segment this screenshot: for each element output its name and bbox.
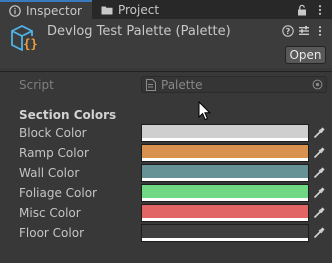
alpha-bar (142, 138, 308, 141)
script-row: Script Palette (0, 75, 332, 95)
color-label: Floor Color (19, 226, 84, 240)
script-value: Palette (161, 77, 203, 92)
eyedropper-icon[interactable] (310, 204, 327, 222)
color-swatch (142, 125, 308, 138)
color-field[interactable] (141, 124, 309, 142)
eyedropper-icon[interactable] (310, 144, 327, 162)
script-file-icon (146, 78, 156, 91)
color-label: Misc Color (19, 206, 81, 220)
header-divider (0, 71, 332, 72)
tab-actions (296, 0, 332, 19)
alpha-bar (142, 238, 308, 241)
tab-label: Project (117, 2, 160, 17)
color-label: Wall Color (19, 166, 80, 180)
alpha-bar (142, 198, 308, 201)
color-row-block: Block Color (0, 123, 332, 143)
presets-icon[interactable] (298, 25, 310, 37)
mouse-cursor-icon (198, 100, 212, 121)
color-row-floor: Floor Color (0, 223, 332, 243)
alpha-bar (142, 158, 308, 161)
tab-bar: Inspector Project (0, 0, 332, 19)
color-swatch (142, 205, 308, 218)
lock-icon[interactable] (296, 4, 308, 16)
header-icons: ? (282, 25, 326, 37)
color-field[interactable] (141, 204, 309, 222)
color-swatch (142, 225, 308, 238)
color-field[interactable] (141, 164, 309, 182)
help-icon[interactable]: ? (282, 25, 294, 37)
tab-project[interactable]: Project (92, 0, 169, 19)
color-label: Foliage Color (19, 186, 97, 200)
kebab-menu-icon[interactable] (314, 25, 326, 37)
alpha-bar (142, 218, 308, 221)
svg-text:{}: {} (23, 37, 37, 51)
color-field[interactable] (141, 224, 309, 242)
script-label: Script (19, 78, 54, 92)
kebab-menu-icon[interactable] (314, 4, 326, 16)
section-heading: Section Colors (19, 108, 117, 122)
eyedropper-icon[interactable] (310, 164, 327, 182)
color-swatch (142, 165, 308, 178)
eyedropper-icon[interactable] (310, 184, 327, 202)
folder-icon (101, 4, 113, 16)
asset-title: Devlog Test Palette (Palette) (47, 24, 231, 39)
color-row-ramp: Ramp Color (0, 143, 332, 163)
color-swatch (142, 145, 308, 158)
object-picker-icon[interactable] (312, 79, 323, 90)
color-field[interactable] (141, 144, 309, 162)
color-field[interactable] (141, 184, 309, 202)
color-row-misc: Misc Color (0, 203, 332, 223)
color-row-foliage: Foliage Color (0, 183, 332, 203)
open-button[interactable]: Open (285, 46, 326, 64)
color-row-wall: Wall Color (0, 163, 332, 183)
color-swatch (142, 185, 308, 198)
scriptable-object-icon: {} (8, 23, 40, 55)
eyedropper-icon[interactable] (310, 224, 327, 242)
tab-label: Inspector (26, 3, 82, 18)
inspector-header: {} Devlog Test Palette (Palette) ? Open (0, 19, 332, 68)
eyedropper-icon[interactable] (310, 124, 327, 142)
svg-text:?: ? (286, 27, 291, 36)
color-label: Ramp Color (19, 146, 89, 160)
alpha-bar (142, 178, 308, 181)
tab-inspector[interactable]: Inspector (0, 0, 92, 19)
info-icon (9, 4, 21, 17)
color-label: Block Color (19, 126, 87, 140)
script-field[interactable]: Palette (141, 76, 327, 93)
